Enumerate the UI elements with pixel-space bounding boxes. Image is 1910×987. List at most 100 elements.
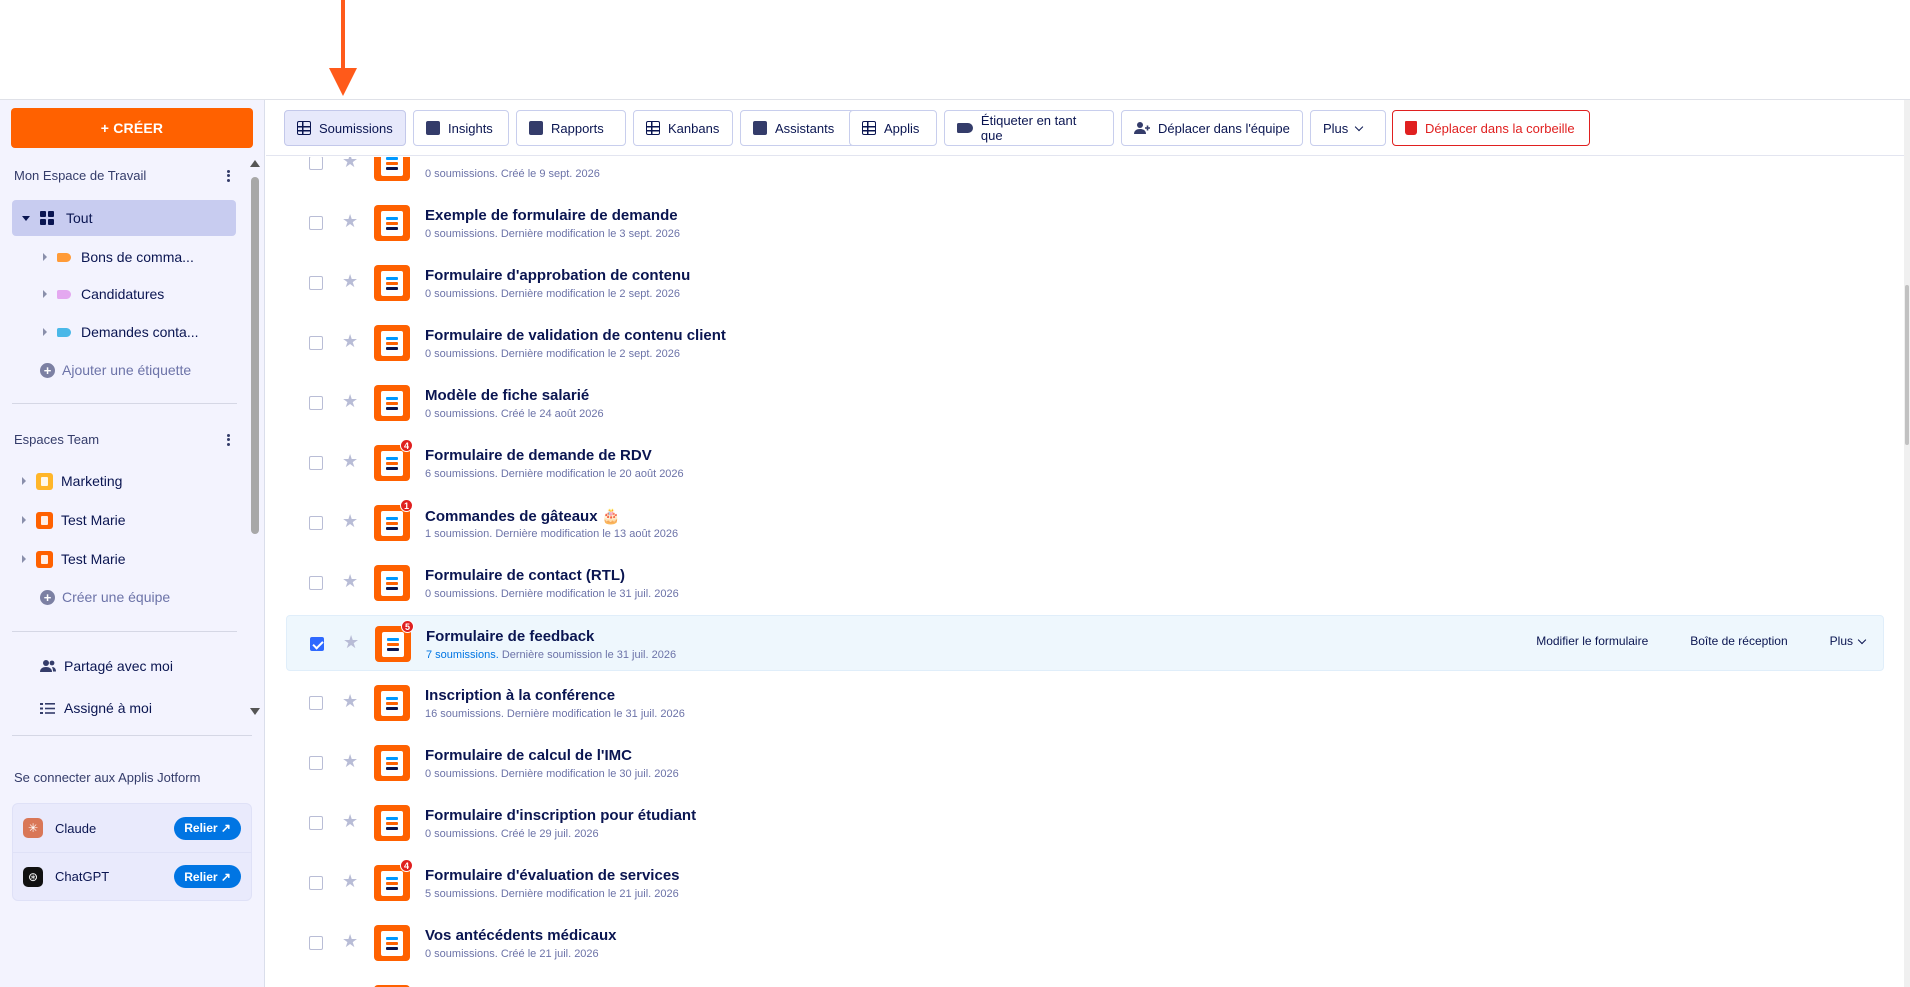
tab-kanbans[interactable]: Kanbans — [633, 110, 733, 146]
row-checkbox[interactable] — [309, 456, 323, 470]
star-icon[interactable]: ★ — [342, 572, 358, 590]
more-dropdown[interactable]: Plus — [1310, 110, 1386, 146]
move-to-trash-button[interactable]: Déplacer dans la corbeille — [1392, 110, 1590, 146]
submission-count[interactable]: 7 soumissions. — [426, 649, 499, 661]
sidebar-label-orders[interactable]: Bons de comma... — [12, 239, 236, 275]
form-title[interactable]: Vos antécédents médicaux — [425, 927, 616, 944]
form-title[interactable]: Exemple de formulaire de demande — [425, 207, 678, 224]
tab-insights[interactable]: Insights — [413, 110, 509, 146]
move-to-team-button[interactable]: Déplacer dans l'équipe — [1121, 110, 1303, 146]
team-item-test-marie[interactable]: Test Marie — [12, 502, 236, 538]
row-checkbox[interactable] — [309, 576, 323, 590]
tag-as-button[interactable]: Étiqueter en tant que — [944, 110, 1114, 146]
form-row[interactable]: ★ 4 Formulaire d'évaluation de services 5 s… — [286, 855, 1884, 911]
star-icon[interactable]: ★ — [342, 812, 358, 830]
caret-right-icon[interactable] — [22, 477, 26, 485]
row-checkbox[interactable] — [309, 396, 323, 410]
inbox-button[interactable]: Boîte de réception — [1690, 634, 1787, 648]
row-checkbox[interactable] — [309, 157, 323, 170]
form-row[interactable]: ★ Exemple de formulaire de demande 0 soumi… — [286, 195, 1884, 251]
star-icon[interactable]: ★ — [342, 272, 358, 290]
scroll-down-icon[interactable] — [250, 708, 260, 715]
row-more-dropdown[interactable]: Plus — [1830, 634, 1867, 648]
star-icon[interactable]: ★ — [342, 157, 358, 170]
edit-form-button[interactable]: Modifier le formulaire — [1536, 634, 1648, 648]
caret-right-icon[interactable] — [22, 516, 26, 524]
connect-chatgpt-button[interactable]: Relier ↗ — [174, 865, 241, 888]
sidebar-label-applications[interactable]: Candidatures — [12, 276, 236, 312]
star-icon[interactable]: ★ — [342, 692, 358, 710]
form-row[interactable]: ★ 4 Formulaire de demande de RDV 6 soumissi… — [286, 435, 1884, 491]
star-icon[interactable]: ★ — [343, 633, 359, 651]
form-title[interactable]: Formulaire de feedback — [426, 628, 594, 645]
form-row[interactable]: ★ Formulaire d'approbation de contenu 0 so… — [286, 255, 1884, 311]
row-checkbox[interactable] — [309, 876, 323, 890]
star-icon[interactable]: ★ — [342, 872, 358, 890]
scroll-thumb[interactable] — [1905, 285, 1909, 445]
form-title[interactable]: Formulaire d'approbation de contenu — [425, 267, 690, 284]
form-title[interactable]: Formulaire de validation de contenu clie… — [425, 327, 726, 344]
form-title[interactable]: Modèle de fiche salarié — [425, 387, 589, 404]
team-item-marketing[interactable]: Marketing — [12, 463, 236, 499]
caret-right-icon[interactable] — [22, 555, 26, 563]
tab-submissions[interactable]: Soumissions — [284, 110, 406, 146]
form-title[interactable]: Inscription à la conférence — [425, 687, 615, 704]
sidebar-scrollbar[interactable] — [248, 160, 262, 715]
row-checkbox[interactable] — [309, 756, 323, 770]
form-row[interactable]: ★ Inscription à la conférence 16 soumissio… — [286, 675, 1884, 731]
form-row[interactable]: ★Formulaire de consentement médical — [286, 975, 1884, 987]
form-title[interactable]: Formulaire de calcul de l'IMC — [425, 747, 632, 764]
assigned-to-me[interactable]: Assigné à moi — [12, 690, 236, 726]
connect-claude-button[interactable]: Relier ↗ — [174, 816, 241, 840]
create-button[interactable]: + CRÉER — [11, 108, 253, 148]
shared-with-me[interactable]: Partagé avec moi — [12, 648, 236, 684]
caret-right-icon[interactable] — [43, 290, 47, 298]
workspace-menu-icon[interactable] — [222, 169, 234, 183]
form-title[interactable]: Formulaire d'évaluation de services — [425, 867, 680, 884]
scroll-up-icon[interactable] — [250, 160, 260, 167]
star-icon[interactable]: ★ — [342, 212, 358, 230]
star-icon[interactable]: ★ — [342, 512, 358, 530]
star-icon[interactable]: ★ — [342, 932, 358, 950]
scroll-thumb[interactable] — [251, 177, 259, 534]
caret-right-icon[interactable] — [43, 328, 47, 336]
form-title[interactable]: Formulaire d'inscription pour étudiant — [425, 807, 696, 824]
form-row[interactable]: ★ 1 Commandes de gâteaux 🎂 1 soumission. De… — [286, 495, 1884, 551]
sidebar-label-contact-requests[interactable]: Demandes conta... — [12, 314, 236, 350]
form-title[interactable]: Formulaire de contact (RTL) — [425, 567, 625, 584]
star-icon[interactable]: ★ — [342, 392, 358, 410]
caret-right-icon[interactable] — [43, 253, 47, 261]
teams-menu-icon[interactable] — [222, 433, 234, 447]
row-checkbox[interactable] — [309, 516, 323, 530]
add-label-button[interactable]: + Ajouter une étiquette — [12, 352, 236, 388]
form-row[interactable]: ★ 0 soumissions. Créé le 9 sept. 2026 — [286, 157, 1884, 191]
form-row[interactable]: ★ Modèle de fiche salarié 0 soumissions. C… — [286, 375, 1884, 431]
row-checkbox[interactable] — [309, 696, 323, 710]
main-scrollbar[interactable] — [1904, 100, 1910, 987]
tab-apps[interactable]: Applis — [849, 110, 937, 146]
row-checkbox[interactable] — [309, 216, 323, 230]
form-title[interactable]: Commandes de gâteaux 🎂 — [425, 507, 620, 525]
caret-down-icon[interactable] — [22, 215, 30, 221]
form-row[interactable]: ★ 5 Formulaire de feedback 7 soumissions. D… — [286, 615, 1884, 671]
sidebar-item-all[interactable]: Tout — [12, 200, 236, 236]
row-checkbox[interactable] — [310, 637, 324, 651]
row-checkbox[interactable] — [309, 816, 323, 830]
down-arrow-annotation — [329, 0, 357, 96]
tab-assistants[interactable]: Assistants — [740, 110, 855, 146]
form-row[interactable]: ★ Formulaire de contact (RTL) 0 soumission… — [286, 555, 1884, 611]
form-row[interactable]: ★ Formulaire de calcul de l'IMC 0 soumissi… — [286, 735, 1884, 791]
form-row[interactable]: ★ Formulaire de validation de contenu cli… — [286, 315, 1884, 371]
form-title[interactable]: Formulaire de demande de RDV — [425, 447, 652, 464]
create-team-button[interactable]: + Créer une équipe — [12, 579, 236, 615]
team-item-test-marie-2[interactable]: Test Marie — [12, 541, 236, 577]
row-checkbox[interactable] — [309, 936, 323, 950]
row-checkbox[interactable] — [309, 276, 323, 290]
form-row[interactable]: ★ Vos antécédents médicaux 0 soumissions. … — [286, 915, 1884, 971]
star-icon[interactable]: ★ — [342, 752, 358, 770]
star-icon[interactable]: ★ — [342, 452, 358, 470]
tab-reports[interactable]: Rapports — [516, 110, 626, 146]
form-row[interactable]: ★ Formulaire d'inscription pour étudiant 0… — [286, 795, 1884, 851]
row-checkbox[interactable] — [309, 336, 323, 350]
star-icon[interactable]: ★ — [342, 332, 358, 350]
